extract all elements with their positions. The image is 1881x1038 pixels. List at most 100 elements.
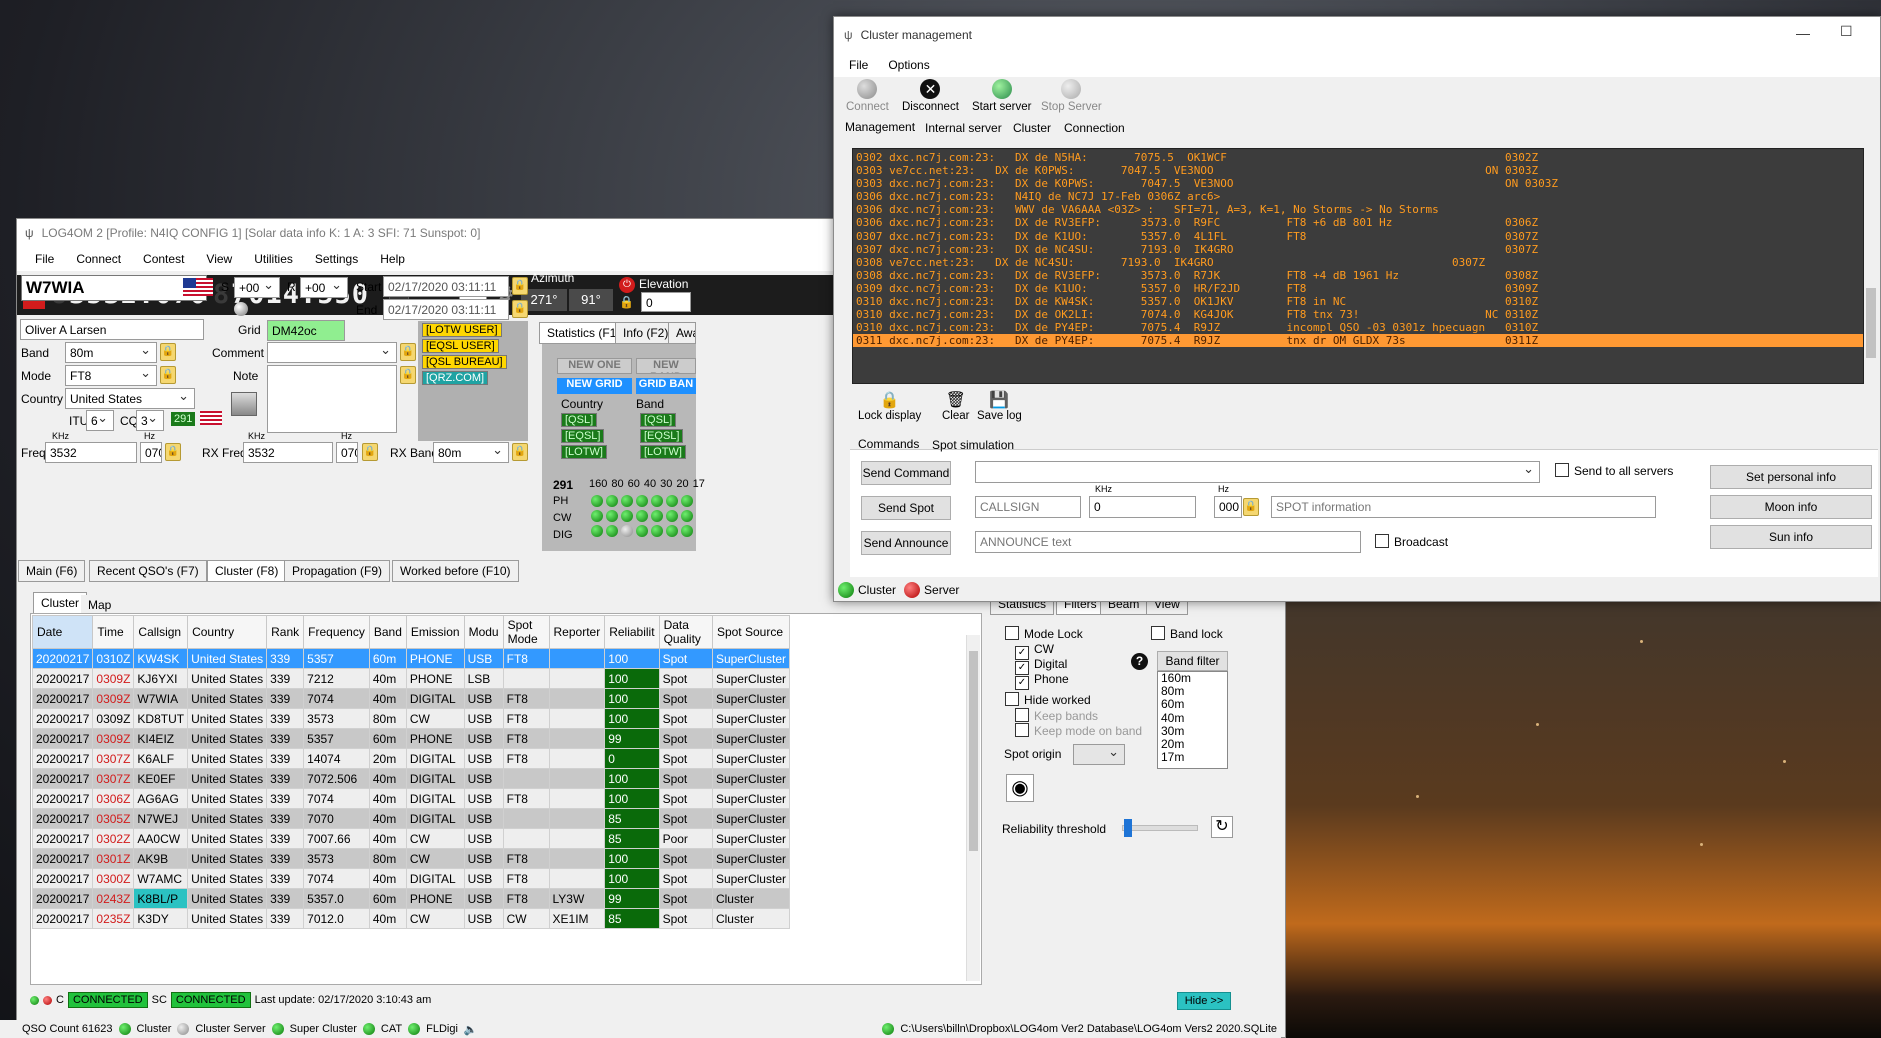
tab-management[interactable]: Management xyxy=(838,117,922,139)
rotor-stop-icon[interactable]: ⏻ xyxy=(619,277,635,293)
send-announce-button[interactable]: Send Announce xyxy=(861,531,951,555)
table-row[interactable]: 20200217 0302Z AA0CW United States 339 7007.6… xyxy=(31,828,791,849)
table-row[interactable]: 20200217 0243Z K8BL/P United States 339 5357.… xyxy=(31,888,791,909)
minimize-button[interactable]: — xyxy=(1796,25,1810,41)
mode-select[interactable]: FT8 xyxy=(65,365,157,386)
col-country[interactable]: Country xyxy=(187,615,268,649)
col-spot-mode[interactable]: Spot Mode xyxy=(502,615,550,649)
menu-view[interactable]: View xyxy=(206,252,232,266)
callsign-input[interactable]: W7WIA xyxy=(21,275,207,301)
col-spot-source[interactable]: Spot Source xyxy=(711,615,791,649)
spot-khz-input[interactable]: 0 xyxy=(1089,496,1196,518)
band-filter-list[interactable]: 160m 80m 60m 40m 30m 20m 17m xyxy=(1157,671,1228,769)
tab-cluster[interactable]: Cluster (F8) xyxy=(207,560,287,582)
reset-threshold-icon[interactable]: ↻ xyxy=(1211,816,1233,838)
col-emission[interactable]: Emission xyxy=(405,615,465,649)
rxfreq-khz-input[interactable]: 3532 xyxy=(243,442,333,463)
signal-received-select[interactable]: +00 xyxy=(300,277,348,298)
col-modulation[interactable]: Modu xyxy=(463,615,504,649)
menu-connect[interactable]: Connect xyxy=(76,252,121,266)
table-row[interactable]: 20200217 0301Z AK9B United States 339 3573 80m… xyxy=(31,848,791,869)
band-lock-icon[interactable]: 🔒 xyxy=(160,343,176,361)
menu-contest[interactable]: Contest xyxy=(143,252,184,266)
qrz-tag[interactable]: [QRZ.COM] xyxy=(422,371,489,385)
send-spot-button[interactable]: Send Spot xyxy=(861,496,951,520)
table-row[interactable]: 20200217 0309Z KJ6YXI United States 339 7212 4… xyxy=(31,668,791,689)
freq-khz-input[interactable]: 3532 xyxy=(45,442,137,463)
comment-lock-icon[interactable]: 🔒 xyxy=(400,343,416,361)
send-command-button[interactable]: Send Command xyxy=(861,461,951,485)
spot-origin-select[interactable] xyxy=(1073,744,1125,765)
table-row[interactable]: 20200217 0307Z K6ALF United States 339 14074 2… xyxy=(31,748,791,769)
tab-cluster-settings[interactable]: Cluster xyxy=(1006,118,1059,140)
tab-connection[interactable]: Connection xyxy=(1057,118,1132,140)
band-filter-button[interactable]: Band filter xyxy=(1157,651,1228,671)
rxfreq-hz-input[interactable]: 070 xyxy=(336,442,358,463)
tab-internal-server[interactable]: Internal server xyxy=(918,118,1009,140)
keep-mode-checkbox[interactable]: Keep mode on band xyxy=(1015,723,1142,738)
cq-select[interactable]: 3 xyxy=(136,410,164,431)
end-lock-icon[interactable]: 🔒 xyxy=(512,300,528,318)
command-input[interactable] xyxy=(975,461,1540,483)
broadcast-checkbox[interactable]: Broadcast xyxy=(1375,534,1448,549)
spot-info-input[interactable]: SPOT information xyxy=(1271,496,1656,518)
stop-server-tool[interactable]: Stop Server xyxy=(1041,79,1102,113)
spot-hz-lock-icon[interactable]: 🔒 xyxy=(1243,498,1259,516)
cluster-menu-options[interactable]: Options xyxy=(888,58,929,72)
tab-spot-simulation[interactable]: Spot simulation xyxy=(925,435,1021,457)
table-row[interactable]: 20200217 0309Z KD8TUT United States 339 3573 8… xyxy=(31,708,791,729)
rxband-select[interactable]: 80m xyxy=(433,442,509,463)
menu-settings[interactable]: Settings xyxy=(315,252,358,266)
tab-propagation[interactable]: Propagation (F9) xyxy=(284,560,391,582)
grid-input[interactable]: DM42oc xyxy=(267,320,345,341)
col-reporter[interactable]: Reporter xyxy=(548,615,606,649)
mode-lock-icon[interactable]: 🔒 xyxy=(160,366,176,384)
start-lock-icon[interactable]: 🔒 xyxy=(512,277,528,295)
col-callsign[interactable]: Callsign xyxy=(133,615,189,649)
eqsl-user-tag[interactable]: [EQSL USER] xyxy=(422,339,499,353)
menu-file[interactable]: File xyxy=(35,252,54,266)
rotor-lock-icon[interactable]: 🔒 xyxy=(619,295,634,309)
menu-help[interactable]: Help xyxy=(380,252,405,266)
band-option-60m[interactable]: 60m xyxy=(1161,698,1227,711)
tab-worked-before[interactable]: Worked before (F10) xyxy=(392,560,519,582)
clear-tool[interactable]: 🗑 Clear xyxy=(942,390,969,422)
set-personal-info-button[interactable]: Set personal info xyxy=(1710,465,1872,489)
freq-hz-input[interactable]: 070 xyxy=(140,442,162,463)
country-select[interactable]: United States xyxy=(65,388,195,409)
table-row[interactable]: 20200217 0309Z KI4EIZ United States 339 5357 6… xyxy=(31,728,791,749)
spot-hz-input[interactable]: 000 xyxy=(1214,496,1242,518)
moon-info-button[interactable]: Moon info xyxy=(1710,495,1872,519)
tab-main[interactable]: Main (F6) xyxy=(18,560,86,582)
cluster-menu-file[interactable]: File xyxy=(849,58,868,72)
lock-display-tool[interactable]: 🔒 Lock display xyxy=(858,390,921,422)
note-textarea[interactable] xyxy=(267,365,397,433)
note-lock-icon[interactable]: 🔒 xyxy=(400,366,416,384)
console-scrollbar[interactable] xyxy=(1864,148,1878,384)
table-row[interactable]: 20200217 0235Z K3DY United States 339 7012.0 4… xyxy=(31,908,791,929)
announce-input[interactable]: ANNOUNCE text xyxy=(975,531,1361,553)
col-frequency[interactable]: Frequency xyxy=(303,615,370,649)
name-input[interactable]: Oliver A Larsen xyxy=(20,319,204,340)
disconnect-tool[interactable]: ✕ Disconnect xyxy=(902,79,959,113)
signal-sent-select[interactable]: +00 xyxy=(234,277,280,298)
table-row[interactable]: 20200217 0307Z KE0EF United States 339 7072.5… xyxy=(31,768,791,789)
col-rank[interactable]: Rank xyxy=(266,615,305,649)
help-icon[interactable]: ? xyxy=(1131,653,1148,670)
table-row[interactable]: 20200217 0305Z N7WEJ United States 339 7070 40… xyxy=(31,808,791,829)
reliability-slider[interactable] xyxy=(1122,819,1198,837)
rxband-lock-icon[interactable]: 🔒 xyxy=(512,443,528,461)
elevation-input[interactable]: 0 xyxy=(641,292,691,312)
subtab-cluster[interactable]: Cluster xyxy=(33,592,88,614)
table-scrollbar[interactable] xyxy=(966,635,980,981)
maximize-button[interactable]: ☐ xyxy=(1840,23,1853,40)
printer-label-icon[interactable] xyxy=(231,392,257,416)
refresh-circle-icon[interactable]: ◉ xyxy=(1006,774,1034,802)
table-row[interactable]: 20200217 0310Z KW4SK United States 339 5357 60… xyxy=(31,648,791,669)
cluster-console-output[interactable]: 0302 dxc.nc7j.com:23: DX de N5HA: 7075.5… xyxy=(852,148,1864,384)
phone-checkbox[interactable]: Phone xyxy=(1015,672,1069,690)
tab-commands[interactable]: Commands xyxy=(851,434,926,456)
menu-utilities[interactable]: Utilities xyxy=(254,252,293,266)
col-band[interactable]: Band xyxy=(368,615,407,649)
lotw-user-tag[interactable]: [LOTW USER] xyxy=(422,323,502,337)
